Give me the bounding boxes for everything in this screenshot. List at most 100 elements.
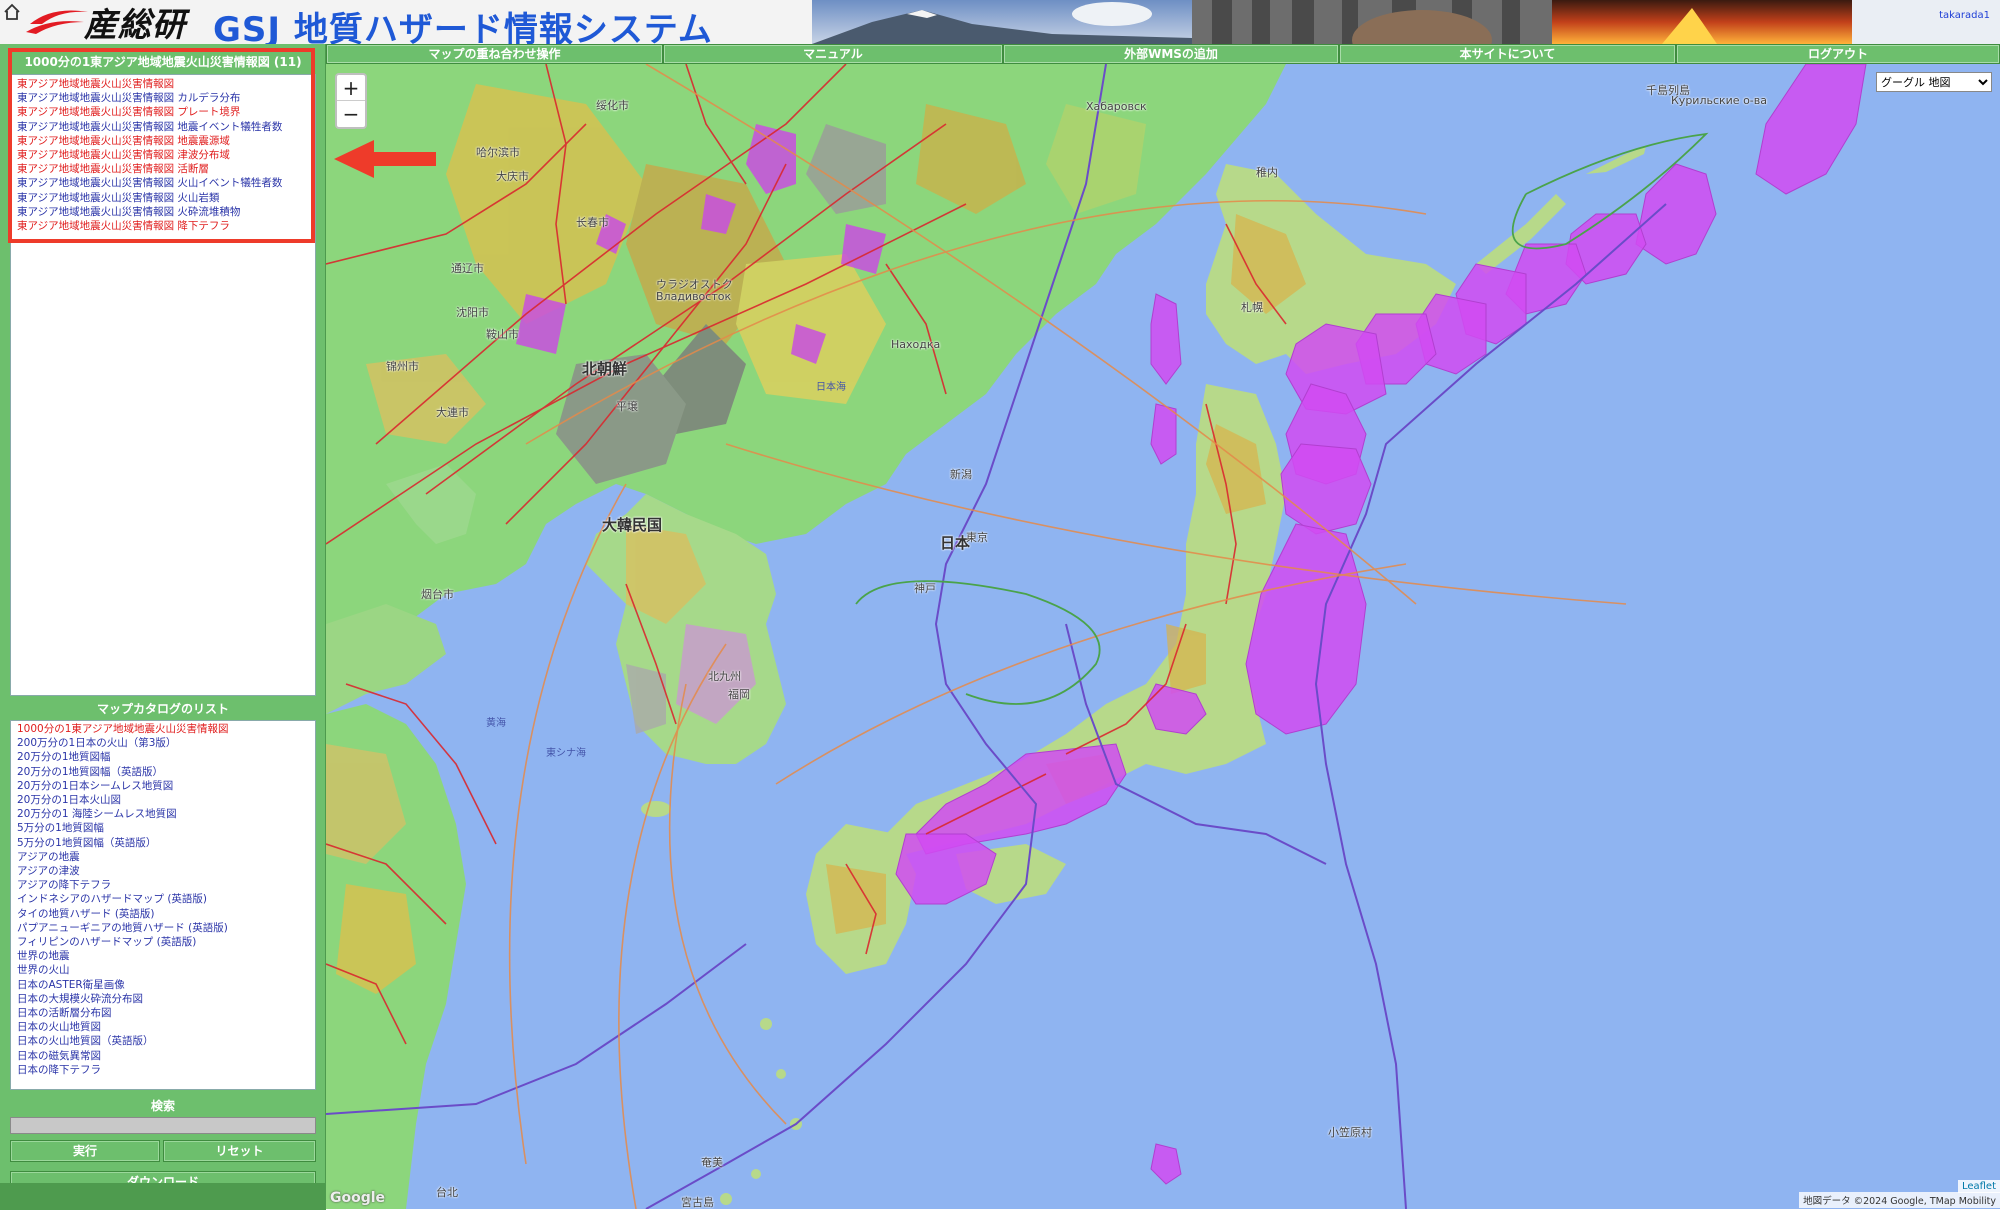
layers-panel-title: 1000分の1東アジア地域地震火山災害情報図 (11) <box>24 55 302 69</box>
map-place-label: 烟台市 <box>421 588 454 601</box>
zoom-out-button[interactable]: − <box>337 101 365 127</box>
google-logo: Google <box>330 1190 386 1206</box>
aist-logo: 産総研 <box>22 2 186 44</box>
map-place-label: ウラジオストク <box>656 278 733 291</box>
catalog-list: 1000分の1東アジア地域地震火山災害情報図 200万分の1日本の火山（第3版） 2… <box>11 721 315 1078</box>
catalog-item[interactable]: 5万分の1地質図幅（英語版） <box>17 836 309 850</box>
reset-button[interactable]: リセット <box>163 1140 316 1162</box>
search-input[interactable] <box>10 1117 316 1134</box>
map-place-label: 宮古島 <box>681 1196 714 1209</box>
catalog-item[interactable]: 世界の火山 <box>17 963 309 977</box>
catalog-item[interactable]: アジアの降下テフラ <box>17 878 309 892</box>
map-view[interactable]: 北朝鮮 大韓民国 日本 日本海 東シナ海 黄海 東京 神戸 新潟 平壌 大連市 烟台市 沈阳市 长春市 通辽… <box>326 64 2000 1209</box>
basemap-select[interactable]: グーグル 地図 <box>1876 72 1992 92</box>
map-place-label: Хабаровск <box>1086 100 1147 113</box>
catalog-item[interactable]: 5万分の1地質図幅 <box>17 821 309 835</box>
map-place-label: 新潟 <box>950 468 972 481</box>
map-place-label: 東シナ海 <box>546 748 586 759</box>
zoom-control: + − <box>335 73 367 129</box>
header-volcano-photos <box>812 0 2000 44</box>
layer-item[interactable]: 東アジア地域地震火山災害情報図 地震震源域 <box>17 134 309 148</box>
user-name[interactable]: takarada1 <box>1939 10 1990 21</box>
red-arrow-annotation <box>334 140 436 178</box>
nav-overlay-ops[interactable]: マップの重ね合わせ操作 <box>326 44 663 64</box>
jeju-island <box>641 801 671 817</box>
header-banner: 産総研 GSJ 地質ハザード情報システム takarada1 <box>0 0 2000 44</box>
layers-list: 東アジア地域地震火山災害情報図 東アジア地域地震火山災害情報図 カルデラ分布 東アジ… <box>11 75 315 235</box>
layer-item[interactable]: 東アジア地域地震火山災害情報図 降下テフラ <box>17 219 309 233</box>
layer-item[interactable]: 東アジア地域地震火山災害情報図 <box>17 77 309 91</box>
catalog-panel-title: マップカタログのリスト <box>96 702 229 716</box>
map-place-label: 東京 <box>966 531 988 544</box>
kuril-island-2 <box>1586 146 1646 174</box>
catalog-item[interactable]: 日本の大規模火砕流分布図 <box>17 992 309 1006</box>
nav-manual[interactable]: マニュアル <box>663 44 1003 64</box>
top-nav: マップの重ね合わせ操作 マニュアル 外部WMSの追加 本サイトについて ログアウ… <box>326 44 2000 64</box>
layer-item[interactable]: 東アジア地域地震火山災害情報図 津波分布域 <box>17 148 309 162</box>
sidebar: 1000分の1東アジア地域地震火山災害情報図 (11) 東アジア地域地震火山災害… <box>0 44 326 1210</box>
nav-add-wms[interactable]: 外部WMSの追加 <box>1003 44 1339 64</box>
layer-item[interactable]: 東アジア地域地震火山災害情報図 地震イベント犠牲者数 <box>17 120 309 134</box>
layer-item[interactable]: 東アジア地域地震火山災害情報図 カルデラ分布 <box>17 91 309 105</box>
map-place-label: 沈阳市 <box>456 306 489 319</box>
catalog-item[interactable]: アジアの津波 <box>17 864 309 878</box>
map-place-label: 大韓民国 <box>602 516 663 534</box>
catalog-item[interactable]: インドネシアのハザードマップ (英語版) <box>17 892 309 906</box>
map-canvas[interactable] <box>326 64 2000 1209</box>
catalog-item[interactable]: 20万分の1地質図幅（英語版） <box>17 765 309 779</box>
map-place-label: 长春市 <box>576 216 609 229</box>
catalog-item[interactable]: 世界の地震 <box>17 949 309 963</box>
layer-item[interactable]: 東アジア地域地震火山災害情報図 火砕流堆積物 <box>17 205 309 219</box>
map-place-label: 锦州市 <box>386 360 419 373</box>
catalog-item[interactable]: タイの地質ハザード (英語版) <box>17 907 309 921</box>
map-place-label: 千島列島 <box>1646 84 1690 97</box>
map-place-label: 稚内 <box>1256 166 1278 179</box>
catalog-item[interactable]: アジアの地震 <box>17 850 309 864</box>
catalog-item[interactable]: 1000分の1東アジア地域地震火山災害情報図 <box>17 722 309 736</box>
nav-logout[interactable]: ログアウト <box>1676 44 2000 64</box>
zoom-in-button[interactable]: + <box>337 75 365 101</box>
map-place-label: 鞍山市 <box>486 328 519 341</box>
catalog-item[interactable]: 20万分の1日本シームレス地質図 <box>17 779 309 793</box>
logo-text: 産総研 <box>84 5 186 44</box>
map-place-label: 绥化市 <box>596 99 629 112</box>
catalog-item[interactable]: フィリピンのハザードマップ (英語版) <box>17 935 309 949</box>
map-place-label: 北九州 <box>708 670 741 683</box>
map-place-label: 台北 <box>436 1186 458 1199</box>
map-place-label: 福岡 <box>728 688 750 701</box>
map-place-label: 北朝鮮 <box>582 360 628 378</box>
run-button[interactable]: 実行 <box>10 1140 160 1162</box>
catalog-item[interactable]: 日本の降下テフラ <box>17 1063 309 1077</box>
map-data-attribution: 地図データ ©2024 Google, TMap Mobility <box>1799 1192 2000 1208</box>
map-place-label: 奄美 <box>701 1156 723 1169</box>
catalog-item[interactable]: 日本のASTER衛星画像 <box>17 978 309 992</box>
layer-item[interactable]: 東アジア地域地震火山災害情報図 火山イベント犠牲者数 <box>17 176 309 190</box>
layer-item[interactable]: 東アジア地域地震火山災害情報図 活断層 <box>17 162 309 176</box>
layer-item[interactable]: 東アジア地域地震火山災害情報図 火山岩類 <box>17 191 309 205</box>
map-place-label: 通辽市 <box>451 262 484 275</box>
sidebar-footer <box>0 1183 326 1210</box>
map-place-label: 哈尔滨市 <box>476 146 520 159</box>
catalog-item[interactable]: 日本の火山地質図（英語版） <box>17 1034 309 1048</box>
catalog-item[interactable]: 20万分の1 海陸シームレス地質図 <box>17 807 309 821</box>
ryukyu-islands <box>720 1018 802 1205</box>
nav-about[interactable]: 本サイトについて <box>1339 44 1676 64</box>
map-place-label: 大連市 <box>436 406 469 419</box>
catalog-item[interactable]: 20万分の1日本火山図 <box>17 793 309 807</box>
map-place-label: 平壌 <box>616 400 638 413</box>
catalog-item[interactable]: 20万分の1地質図幅 <box>17 750 309 764</box>
catalog-item[interactable]: パプアニューギニアの地質ハザード (英語版) <box>17 921 309 935</box>
search-title: 検索 <box>150 1099 175 1113</box>
catalog-item[interactable]: 日本の磁気異常図 <box>17 1049 309 1063</box>
map-place-label: 神戸 <box>914 582 936 595</box>
catalog-item[interactable]: 日本の火山地質図 <box>17 1020 309 1034</box>
catalog-panel: 1000分の1東アジア地域地震火山災害情報図 200万分の1日本の火山（第3版） 2… <box>10 720 316 1090</box>
map-place-label: 小笠原村 <box>1328 1126 1372 1139</box>
home-icon[interactable] <box>3 3 21 21</box>
catalog-item[interactable]: 日本の活断層分布図 <box>17 1006 309 1020</box>
catalog-item[interactable]: 200万分の1日本の火山（第3版） <box>17 736 309 750</box>
map-place-label: 日本海 <box>816 382 846 393</box>
layer-item[interactable]: 東アジア地域地震火山災害情報図 プレート境界 <box>17 105 309 119</box>
map-place-label: 黄海 <box>486 718 506 729</box>
logo-swoosh-icon <box>26 10 88 34</box>
